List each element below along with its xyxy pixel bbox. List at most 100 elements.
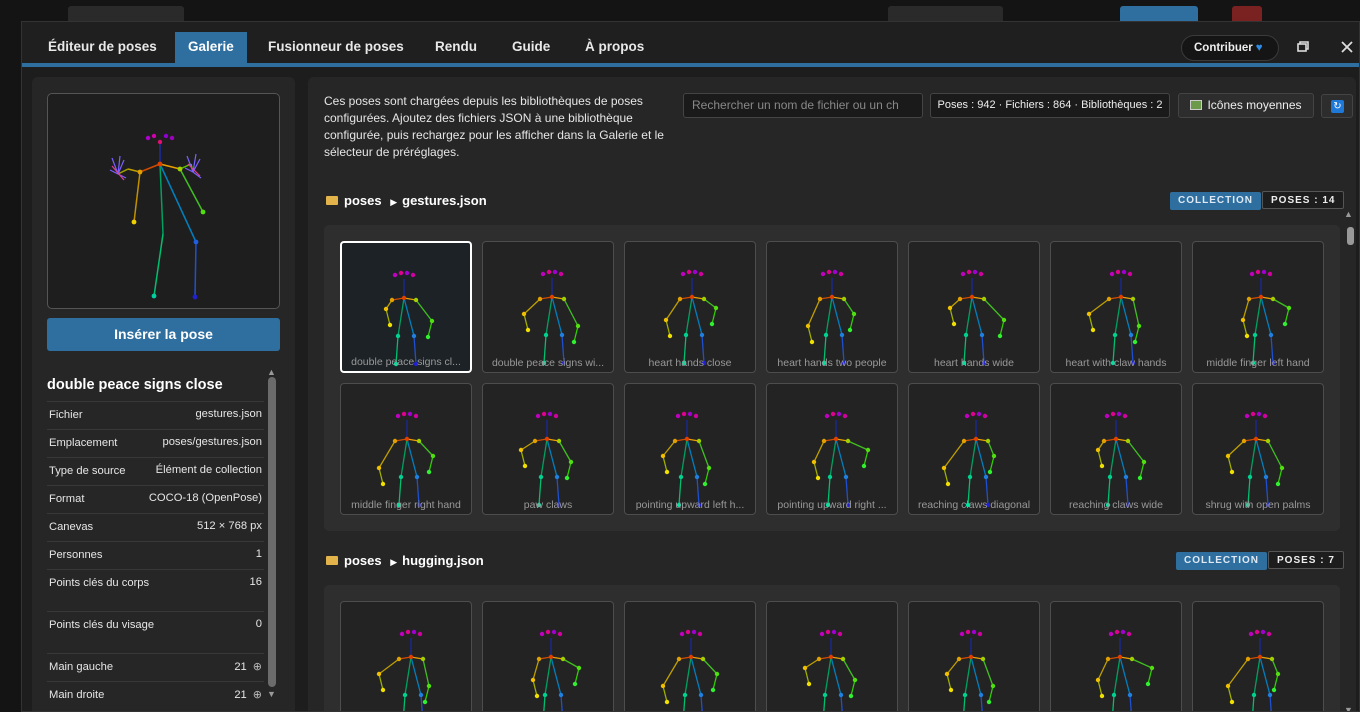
gallery-scrollbar[interactable]	[1347, 227, 1354, 245]
tab-pose-merger[interactable]: Fusionneur de poses	[255, 32, 417, 66]
pose-thumbnail	[663, 269, 719, 366]
pose-card-label: pointing upward right ...	[777, 499, 887, 511]
icon-size-button[interactable]: Icônes moyennes	[1178, 93, 1314, 118]
pose-grid	[324, 585, 1340, 711]
info-row: Canevas 512 × 768 px	[47, 513, 264, 541]
pose-card[interactable]: heart with claw hands	[1050, 241, 1182, 373]
pose-thumbnail	[660, 629, 720, 711]
pose-thumbnail	[947, 269, 1007, 366]
section-file: gestures.json	[402, 193, 487, 208]
collection-badge: COLLECTION	[1170, 192, 1261, 210]
section-file: hugging.json	[402, 553, 484, 568]
gallery-panel: Ces poses sont chargées depuis les bibli…	[308, 77, 1356, 711]
pose-thumbnail	[660, 411, 712, 508]
tab-pose-editor[interactable]: Éditeur de poses	[35, 32, 170, 66]
pose-thumbnail	[376, 411, 436, 508]
scroll-up-icon[interactable]: ▲	[267, 367, 276, 377]
pose-card[interactable]: middle finger left hand	[1192, 241, 1324, 373]
pose-card[interactable]	[1192, 601, 1324, 711]
insert-pose-button[interactable]: Insérer la pose	[47, 318, 280, 351]
info-value: COCO-18 (OpenPose)	[148, 492, 262, 504]
pose-thumbnail	[811, 411, 871, 508]
pose-card[interactable]: pointing upward right ...	[766, 383, 898, 515]
pose-thumbnail	[518, 411, 574, 508]
info-label: Main gauche	[49, 661, 114, 673]
tab-render[interactable]: Rendu	[422, 32, 490, 66]
pose-thumbnail	[1095, 629, 1155, 711]
heart-icon: ♥	[1255, 42, 1263, 54]
pose-card[interactable]: heart hands wide	[908, 241, 1040, 373]
pose-count-badge: POSES : 7	[1268, 551, 1344, 569]
scroll-down-icon[interactable]: ▼	[267, 689, 276, 699]
info-label: Main droite	[49, 689, 105, 701]
pose-card-label: heart hands two people	[777, 357, 887, 369]
pose-card[interactable]: paw claws	[482, 383, 614, 515]
tab-about[interactable]: À propos	[572, 32, 657, 66]
info-row: Format COCO-18 (OpenPose)	[47, 485, 264, 513]
zoom-icon[interactable]: ⊕	[253, 660, 262, 673]
info-value: Élément de collection	[155, 464, 262, 476]
pose-card[interactable]	[1050, 601, 1182, 711]
pose-card[interactable]: middle finger right hand	[340, 383, 472, 515]
info-label: Fichier	[49, 409, 83, 421]
contribute-label: Contribuer	[1194, 42, 1253, 54]
pose-card[interactable]: shrug with open palms	[1192, 383, 1324, 515]
info-value: 512 × 768 px	[196, 520, 262, 532]
search-input[interactable]: Rechercher un nom de fichier ou un ch	[683, 93, 923, 118]
scroll-down-icon[interactable]: ▼	[1344, 705, 1353, 711]
pose-thumbnail	[802, 629, 858, 711]
folder-icon	[326, 196, 338, 205]
pose-card-label: shrug with open palms	[1205, 499, 1311, 511]
info-value: 16	[249, 576, 262, 588]
pose-info-table: double peace signs close Fichier gestures…	[47, 365, 264, 709]
pose-detail-panel: Insérer la pose double peace signs close…	[32, 77, 295, 711]
info-value: 21	[234, 661, 247, 673]
info-label: Personnes	[49, 549, 103, 561]
close-icon[interactable]	[1339, 39, 1355, 55]
tab-underline	[22, 63, 1359, 67]
pose-thumbnail	[521, 269, 581, 366]
zoom-icon[interactable]: ⊕	[253, 688, 262, 701]
image-icon	[1190, 100, 1203, 110]
pose-preview	[47, 93, 280, 309]
pose-card[interactable]: reaching claws wide	[1050, 383, 1182, 515]
pose-card-label: reaching claws wide	[1069, 499, 1163, 511]
info-row: Points clés du visage 0	[47, 611, 264, 653]
pose-card[interactable]	[340, 601, 472, 711]
pose-thumbnail	[530, 629, 582, 711]
contribute-button[interactable]: Contribuer ♥	[1181, 35, 1279, 61]
info-row: Emplacement poses/gestures.json	[47, 429, 264, 457]
pose-count-badge: POSES : 14	[1262, 191, 1345, 209]
pose-card-label: reaching claws diagonal	[917, 499, 1031, 511]
tab-gallery[interactable]: Galerie	[175, 32, 247, 66]
pose-thumbnail	[1225, 629, 1281, 711]
pose-thumbnail	[1225, 411, 1285, 508]
pose-thumbnail	[383, 270, 435, 367]
pose-thumbnail	[805, 269, 857, 366]
section-header: poses ▶ gestures.json	[326, 193, 487, 213]
tab-guide[interactable]: Guide	[499, 32, 563, 66]
scroll-up-icon[interactable]: ▲	[1344, 209, 1353, 219]
refresh-button[interactable]: ↻	[1321, 94, 1353, 118]
tab-bar: Éditeur de poses Galerie Fusionneur de p…	[22, 22, 1359, 67]
pose-card[interactable]	[766, 601, 898, 711]
pose-thumbnail	[1240, 269, 1292, 366]
pose-card[interactable]: double peace signs cl...	[340, 241, 472, 373]
pose-card[interactable]: double peace signs wi...	[482, 241, 614, 373]
pose-card[interactable]	[482, 601, 614, 711]
section-folder: poses	[344, 553, 382, 568]
pose-card-label: heart with claw hands	[1065, 357, 1167, 369]
pose-card[interactable]: heart hands two people	[766, 241, 898, 373]
pose-card[interactable]: heart hands close	[624, 241, 756, 373]
info-label: Emplacement	[49, 437, 118, 449]
restore-window-icon[interactable]	[1295, 39, 1311, 55]
pose-title: double peace signs close	[47, 377, 223, 393]
detail-scrollbar[interactable]	[268, 377, 276, 687]
pose-card[interactable]	[624, 601, 756, 711]
pose-card[interactable]: reaching claws diagonal	[908, 383, 1040, 515]
pose-card[interactable]: pointing upward left h...	[624, 383, 756, 515]
pose-thumbnail	[944, 629, 996, 711]
breadcrumb-arrow-icon: ▶	[390, 197, 398, 207]
info-label: Points clés du corps	[49, 577, 150, 589]
pose-card[interactable]	[908, 601, 1040, 711]
